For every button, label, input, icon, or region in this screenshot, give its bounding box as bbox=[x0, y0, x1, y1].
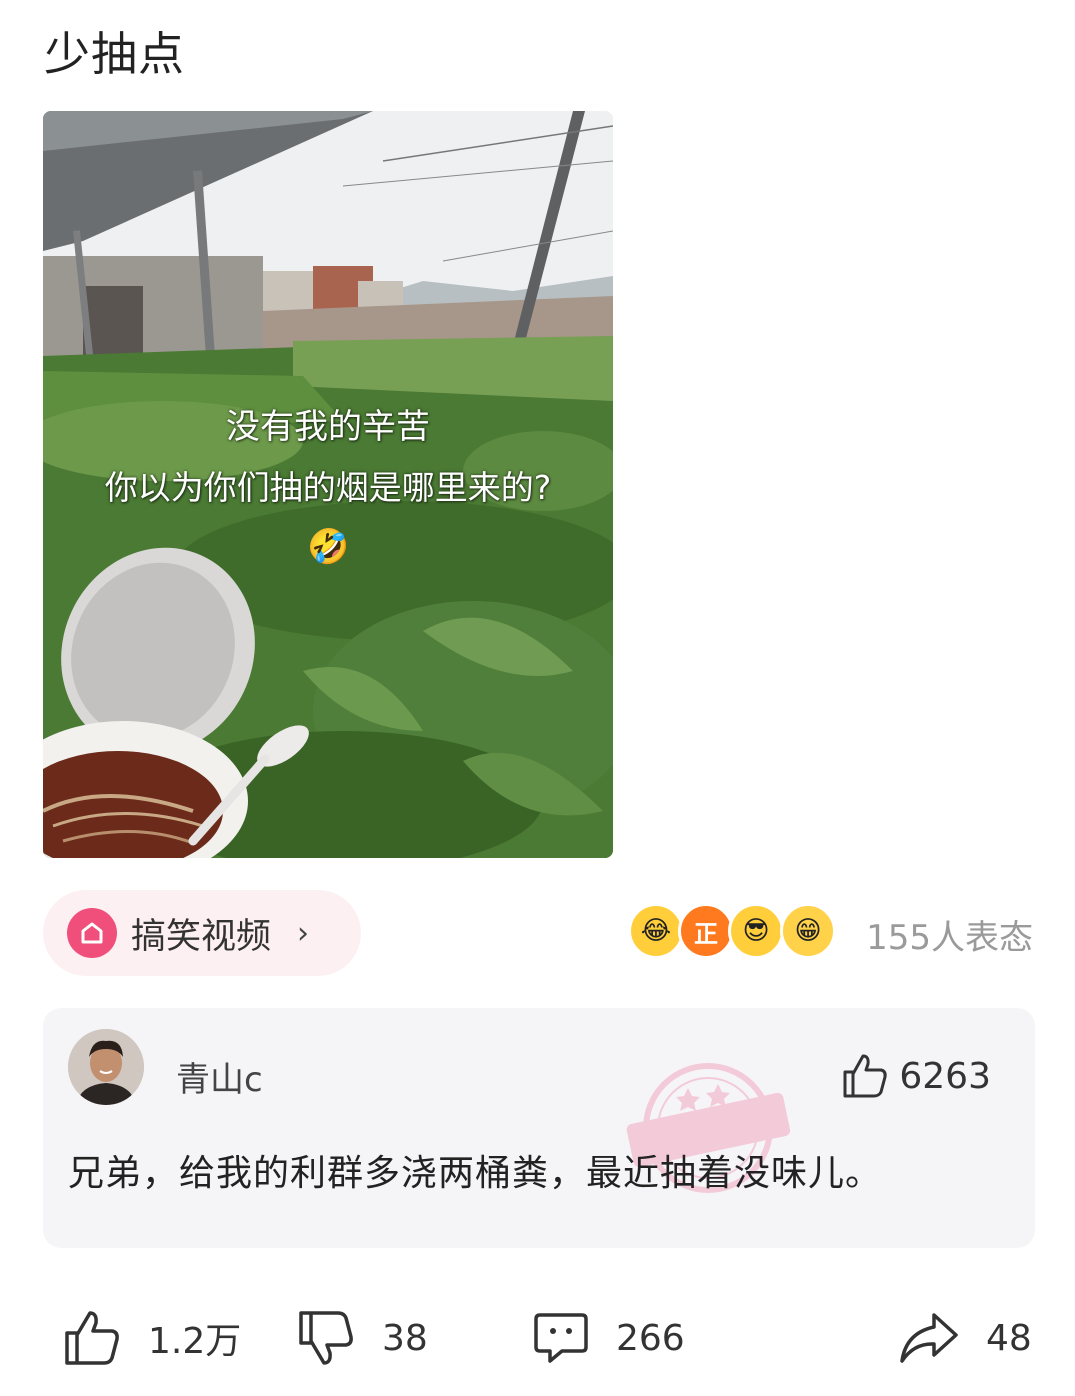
reaction-emojis[interactable]: 😂 正 😎 😁 bbox=[628, 903, 848, 965]
comment-bubble-icon bbox=[534, 1313, 588, 1363]
image-caption-emoji: 🤣 bbox=[307, 527, 350, 567]
topic-home-icon bbox=[67, 908, 117, 958]
zheng-badge-icon: 正 bbox=[678, 903, 734, 959]
like-count: 1.2万 bbox=[148, 1321, 242, 1362]
sunglasses-emoji-icon: 😎 bbox=[728, 903, 784, 959]
grin-emoji-icon: 😁 bbox=[780, 903, 836, 959]
action-bar: 1.2万 38 266 48 bbox=[0, 1296, 1075, 1380]
reaction-count[interactable]: 155人表态 bbox=[866, 910, 1033, 959]
comment-text: 兄弟，给我的利群多浇两桶粪，最近抽着没味儿。 bbox=[68, 1153, 883, 1194]
comment-button[interactable]: 266 bbox=[532, 1296, 685, 1380]
top-comment-card[interactable]: 青山c 6263 兄弟，给我的利群多浇两桶粪，最近抽着没味儿。 bbox=[43, 1008, 1035, 1248]
comment-like-button[interactable]: 6263 bbox=[841, 1052, 991, 1100]
comment-like-count: 6263 bbox=[899, 1055, 991, 1097]
post-title: 少抽点 bbox=[44, 27, 185, 81]
thumbs-up-icon bbox=[65, 1311, 119, 1365]
topic-chip[interactable]: 搞笑视频 › bbox=[43, 890, 361, 976]
comment-count: 266 bbox=[616, 1317, 685, 1359]
image-caption-line-1: 没有我的辛苦 bbox=[226, 407, 430, 447]
thumbs-up-icon bbox=[843, 1054, 888, 1098]
image-caption-line-2: 你以为你们抽的烟是哪里来的? bbox=[104, 468, 552, 507]
laugh-cry-emoji-icon: 😂 bbox=[628, 903, 684, 959]
post-image[interactable]: 没有我的辛苦 你以为你们抽的烟是哪里来的? 🤣 bbox=[43, 111, 613, 858]
thumbs-down-icon bbox=[299, 1311, 353, 1365]
chevron-right-icon: › bbox=[297, 915, 310, 951]
commenter-name[interactable]: 青山c bbox=[176, 1052, 263, 1101]
share-count: 48 bbox=[986, 1317, 1032, 1359]
avatar[interactable] bbox=[68, 1029, 144, 1105]
share-button[interactable]: 48 bbox=[898, 1296, 1032, 1380]
dislike-button[interactable]: 38 bbox=[296, 1296, 428, 1380]
like-button[interactable]: 1.2万 bbox=[62, 1296, 241, 1380]
share-arrow-icon bbox=[900, 1313, 958, 1363]
topic-label: 搞笑视频 bbox=[131, 916, 272, 957]
dislike-count: 38 bbox=[382, 1317, 428, 1359]
